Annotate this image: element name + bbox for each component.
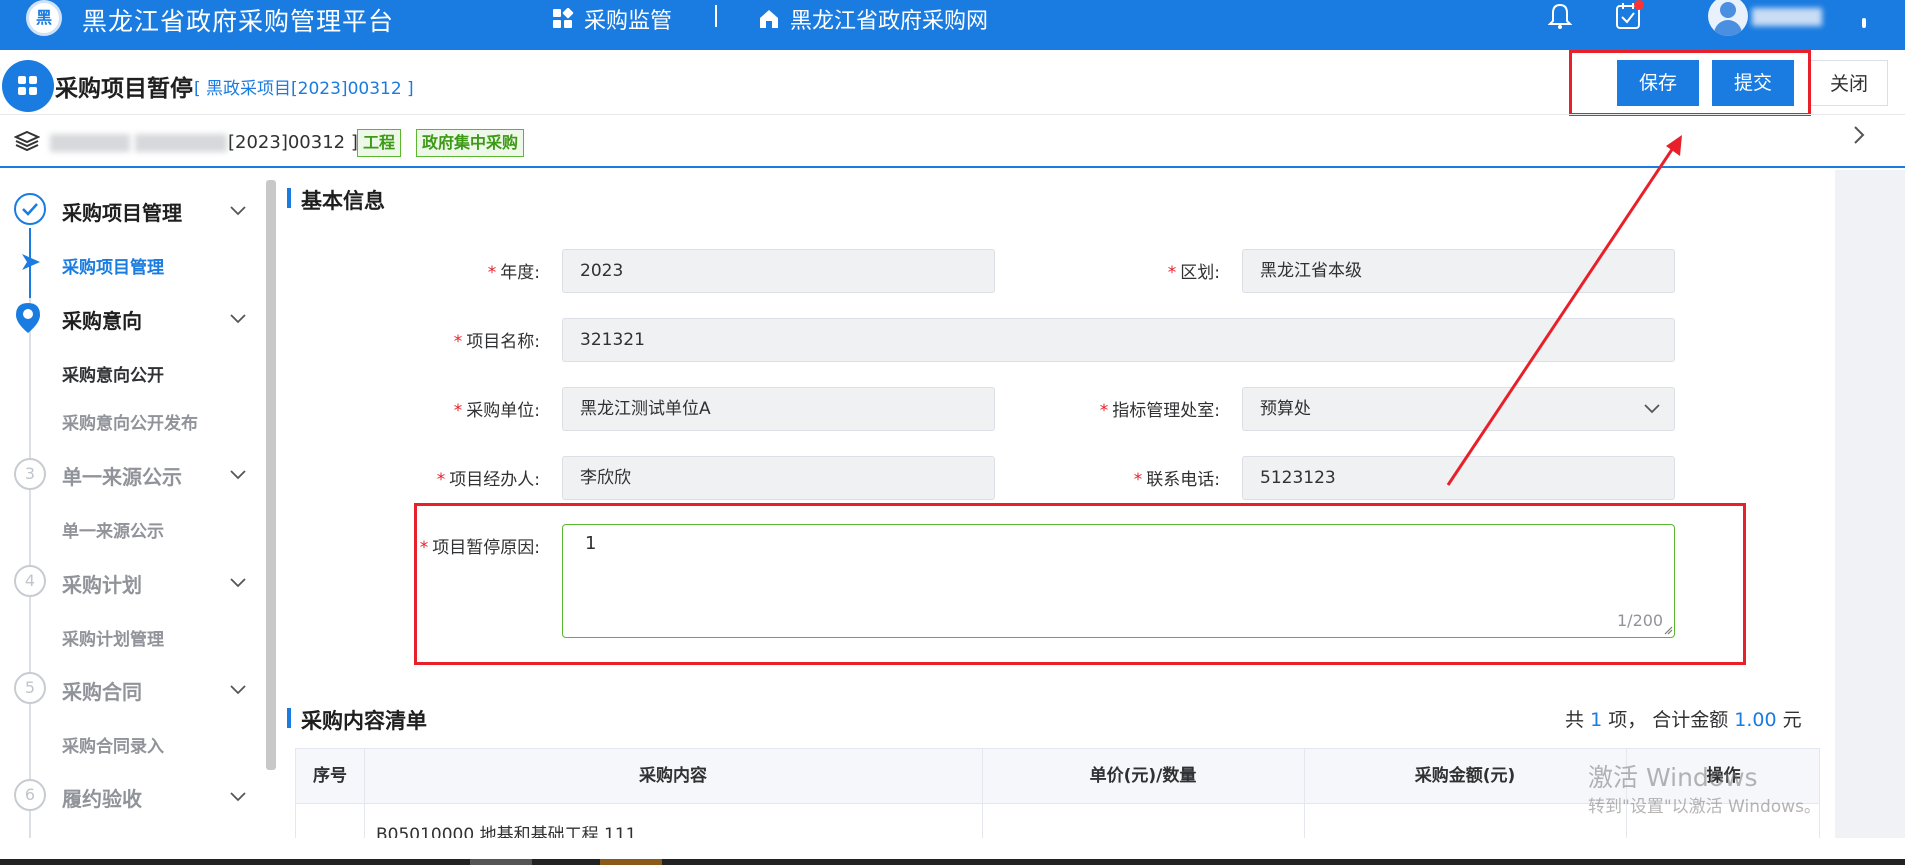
sidebar-item-plan-management[interactable]: 采购计划管理 [62,625,164,650]
annotation-arrow [1446,135,1682,486]
platform-logo-icon: 黑 [26,0,62,36]
year-field[interactable]: 2023 [562,249,995,293]
tag-engineering: 工程 [357,129,402,157]
chevron-down-icon[interactable] [230,470,246,480]
field-label-phone: * 联系电话: [1133,470,1220,490]
dept-select-value: 预算处 [1260,399,1311,419]
nav-divider [715,5,717,27]
sidebar-item-contract-entry[interactable]: 采购合同录入 [62,732,164,757]
chevron-down-icon[interactable] [230,314,246,324]
step-2-label[interactable]: 采购意向 [62,305,142,334]
chevron-down-icon[interactable] [230,792,246,802]
home-icon [758,8,780,30]
app-root: 黑 黑龙江省政府采购管理平台 采购监管 黑龙江省政府采购网 采购项目暂停 [黑… [0,0,1905,865]
more-menu-icon[interactable] [1862,18,1866,28]
field-label-region: * 区划: [1167,263,1220,283]
blurred-username [1752,8,1822,26]
notification-dot [1634,0,1644,10]
annotation-box-buttons [1569,50,1811,116]
header-divider [0,114,1905,115]
blurred-crumb-1 [50,134,130,152]
item-count: 1 [1590,709,1603,731]
column-header-index: 序号 [313,766,347,786]
field-label-project-name: * 项目名称: [453,332,540,352]
blurred-crumb-2 [135,134,227,152]
top-navbar: 黑 黑龙江省政府采购管理平台 采购监管 黑龙江省政府采购网 [0,0,1905,50]
nav-procurement-website-label: 黑龙江省政府采购网 [790,9,989,34]
step-5-number: 5 [14,672,46,704]
purchaser-field[interactable]: 黑龙江测试单位A [562,387,995,431]
close-button[interactable]: 关闭 [1810,60,1888,106]
step-current-arrow-icon [20,252,42,272]
tag-centralized-procurement: 政府集中采购 [416,129,525,157]
step-6-label[interactable]: 履约验收 [62,783,142,812]
column-header-unit-price: 单价(元)/数量 [1089,766,1197,786]
chevron-right-icon[interactable] [1852,124,1866,146]
layers-icon [14,130,40,152]
total-amount: 1.00 [1734,709,1777,731]
project-code: [ 黑政采项目[2023]00312 ] [194,79,414,99]
step-4-label[interactable]: 采购计划 [62,569,142,598]
page-title: 采购项目暂停 [55,76,193,102]
right-gutter [1835,170,1905,840]
field-label-handler: * 项目经办人: [436,470,540,490]
nav-procurement-website[interactable]: 黑龙江省政府采购网 [758,3,988,35]
sidebar-item-project-management[interactable]: 采购项目管理 [62,253,164,278]
step-5-label[interactable]: 采购合同 [62,676,142,705]
sidebar-item-intent-release[interactable]: 采购意向公开发布 [62,409,198,434]
field-label-year: * 年度: [487,263,540,283]
user-avatar[interactable] [1708,0,1748,36]
sidebar-scrollbar[interactable] [266,180,276,770]
section-title-content-list: 采购内容清单 [287,705,427,735]
windows-activation-hint: 转到"设置"以激活 Windows。 [1588,797,1821,817]
step-1-check-icon [14,193,46,225]
chevron-down-icon[interactable] [230,206,246,216]
handler-field[interactable]: 李欣欣 [562,456,995,500]
field-label-purchaser: * 采购单位: [453,401,540,421]
step-6-number: 6 [14,779,46,811]
taskbar-edge [0,859,1905,865]
step-1-label[interactable]: 采购项目管理 [62,197,182,226]
page-apps-icon [2,60,54,112]
grid-icon [552,8,574,30]
bell-icon[interactable] [1545,1,1575,29]
location-pin-icon [13,301,43,335]
content-summary: 共 1 项， 合计金额 1.00 元 [1565,709,1802,731]
column-header-amount: 采购金额(元) [1414,766,1516,786]
annotation-box-reason [414,503,1746,665]
column-header-content: 采购内容 [639,766,707,786]
step-3-number: 3 [14,458,46,490]
sidebar-item-single-source[interactable]: 单一来源公示 [62,517,164,542]
step-3-label[interactable]: 单一来源公示 [62,461,182,490]
chevron-down-icon[interactable] [230,685,246,695]
nav-procurement-supervision[interactable]: 采购监管 [552,3,672,35]
step-4-number: 4 [14,565,46,597]
platform-title: 黑龙江省政府采购管理平台 [82,7,395,36]
sidebar-item-intent-publish[interactable]: 采购意向公开 [62,361,164,386]
windows-activation-watermark: 激活 Windows [1588,763,1758,792]
nav-procurement-supervision-label: 采购监管 [584,9,673,34]
field-label-dept: * 指标管理处室: [1099,401,1220,421]
crumb-project-code: [2023]00312 ] [228,132,358,153]
section-title-basic-info: 基本信息 [287,185,385,215]
chevron-down-icon[interactable] [230,578,246,588]
